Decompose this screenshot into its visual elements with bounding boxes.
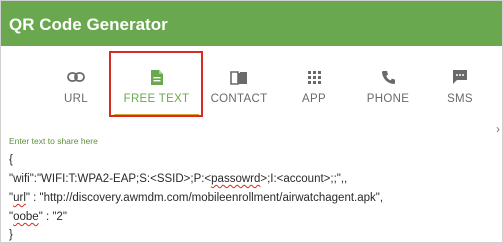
app-header: QR Code Generator xyxy=(1,1,502,46)
text-line-2-part-c: >;I:<account>;;",, xyxy=(260,173,348,185)
tab-url-label: URL xyxy=(64,93,88,105)
contact-book-icon xyxy=(230,68,248,86)
tab-sms-label: SMS xyxy=(447,93,473,105)
text-line-1-content: { xyxy=(9,154,13,166)
text-line-5: } xyxy=(9,229,13,241)
qr-generator-window: QR Code Generator URL FREE TEXT CONTACT … xyxy=(0,0,503,243)
tab-free-text-label: FREE TEXT xyxy=(123,93,190,105)
phone-icon xyxy=(379,68,397,86)
link-icon xyxy=(67,68,85,86)
text-line-2-part-a: "wifi":"WIFI:T:WPA2-EAP;S:<SSID>;P:< xyxy=(9,173,212,185)
misspelled-word-password: passowrd xyxy=(211,173,261,185)
tab-phone-label: PHONE xyxy=(366,93,410,105)
text-line-5-content: } xyxy=(9,229,13,241)
active-tab-indicator xyxy=(114,114,199,116)
tab-app[interactable]: APP xyxy=(281,46,347,118)
text-line-4: "oobe" : "2" xyxy=(9,211,67,223)
text-line-4-part-c: " : "2" xyxy=(38,211,67,223)
chat-icon xyxy=(451,68,469,86)
tab-contact-label: CONTACT xyxy=(210,93,268,105)
app-title: QR Code Generator xyxy=(9,14,168,34)
grid-icon xyxy=(305,68,323,86)
text-line-3: "url" : "http://discovery.awmdm.com/mobi… xyxy=(9,192,383,204)
tab-bar: URL FREE TEXT CONTACT APP PHONE SMS › xyxy=(1,46,502,136)
misspelled-word-oobe: oobe xyxy=(13,211,39,223)
tab-free-text[interactable]: FREE TEXT xyxy=(114,46,199,118)
tab-contact[interactable]: CONTACT xyxy=(205,46,273,118)
misspelled-word-url: url xyxy=(13,192,26,204)
tab-sms[interactable]: SMS xyxy=(429,46,491,118)
text-input-hint: Enter text to share here xyxy=(9,136,98,146)
text-line-1: { xyxy=(9,154,13,166)
tab-phone[interactable]: PHONE xyxy=(355,46,421,118)
document-icon xyxy=(148,68,166,86)
text-line-2: "wifi":"WIFI:T:WPA2-EAP;S:<SSID>;P:<pass… xyxy=(9,173,347,185)
tab-url[interactable]: URL xyxy=(41,46,111,118)
tab-app-label: APP xyxy=(302,93,326,105)
text-line-3-part-c: " : "http://discovery.awmdm.com/mobileen… xyxy=(25,192,384,204)
